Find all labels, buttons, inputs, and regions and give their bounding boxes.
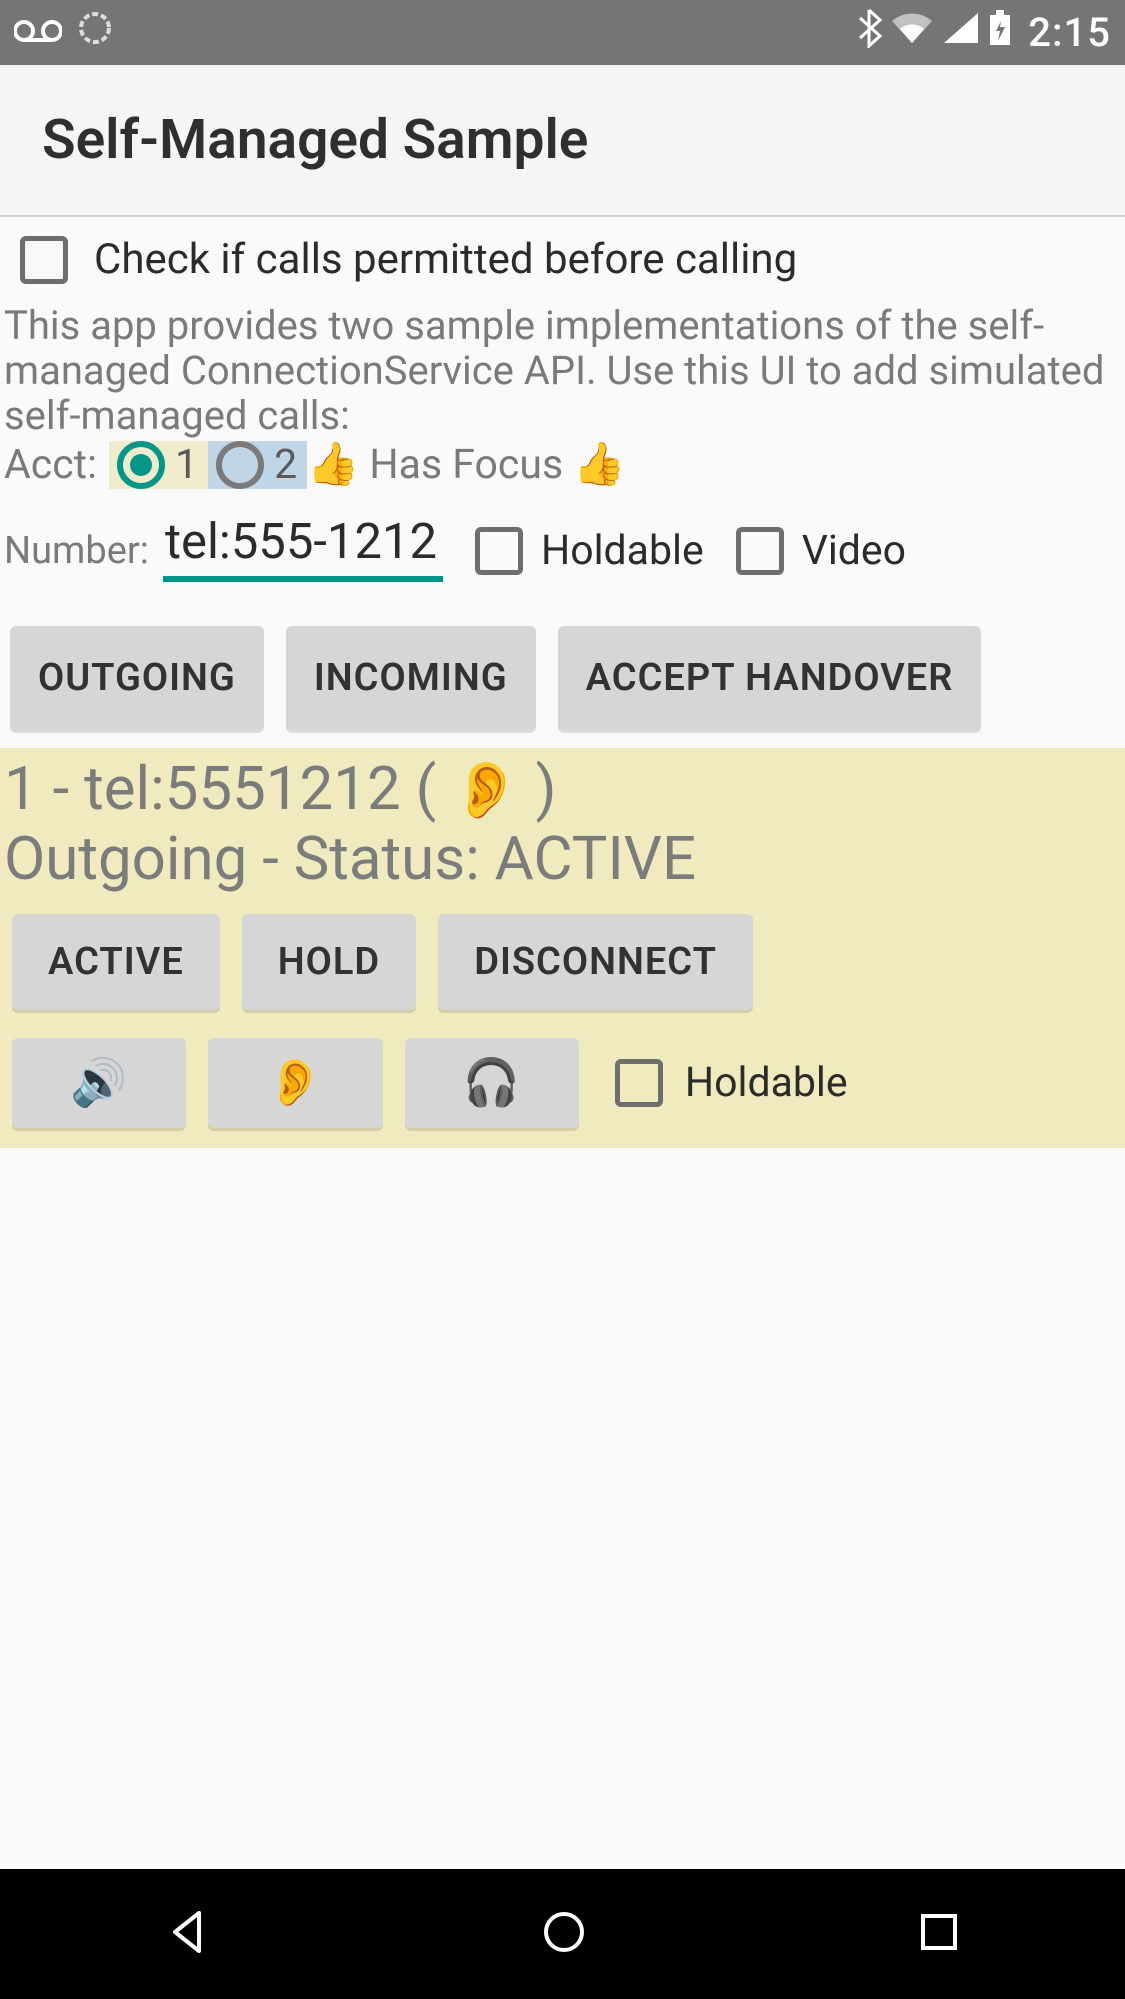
number-input[interactable] bbox=[163, 513, 443, 582]
permitted-checkbox[interactable] bbox=[20, 236, 68, 284]
call-state-buttons: ACTIVE HOLD DISCONNECT bbox=[4, 894, 1121, 1014]
call-identity-suffix: ) bbox=[521, 753, 557, 824]
status-clock: 2:15 bbox=[1028, 9, 1111, 56]
call-identity-text: 1 - tel:5551212 ( bbox=[4, 753, 451, 824]
cell-signal-icon bbox=[942, 11, 980, 55]
bluetooth-icon bbox=[856, 8, 882, 58]
radio-unselected-icon bbox=[216, 441, 264, 489]
thumbs-up-icon: 👍 bbox=[307, 440, 359, 489]
app-header: Self-Managed Sample bbox=[0, 65, 1125, 217]
accept-handover-button[interactable]: ACCEPT HANDOVER bbox=[558, 626, 982, 730]
account-1-number: 1 bbox=[175, 441, 198, 489]
battery-charging-icon bbox=[988, 9, 1012, 57]
holdable-checkbox[interactable] bbox=[475, 527, 523, 575]
account-label: Acct: bbox=[4, 441, 97, 489]
wifi-icon bbox=[890, 11, 934, 55]
headset-button[interactable]: 🎧 bbox=[405, 1038, 579, 1128]
video-label: Video bbox=[802, 527, 906, 575]
holdable-label: Holdable bbox=[541, 527, 704, 575]
ear-icon: 👂 bbox=[451, 757, 521, 823]
active-button[interactable]: ACTIVE bbox=[12, 914, 220, 1010]
back-button[interactable] bbox=[161, 1905, 215, 1963]
speaker-button[interactable]: 🔊 bbox=[12, 1038, 186, 1128]
number-row: Number: Holdable Video bbox=[0, 489, 1125, 590]
voicemail-icon bbox=[14, 11, 62, 55]
recents-button[interactable] bbox=[914, 1907, 964, 1961]
audio-route-buttons: 🔊 👂 🎧 Holdable bbox=[4, 1014, 1121, 1132]
outgoing-button[interactable]: OUTGOING bbox=[10, 626, 264, 730]
content-area: Check if calls permitted before calling … bbox=[0, 217, 1125, 1869]
holdable-checkbox-row[interactable]: Holdable bbox=[475, 527, 704, 575]
has-focus-label: Has Focus bbox=[369, 441, 563, 489]
thumbs-up-icon: 👍 bbox=[573, 440, 625, 489]
account-radio-1[interactable]: 1 bbox=[109, 441, 208, 489]
hold-button[interactable]: HOLD bbox=[242, 914, 416, 1010]
call-holdable-checkbox[interactable] bbox=[615, 1059, 663, 1107]
system-nav-bar bbox=[0, 1869, 1125, 1999]
call-holdable-label: Holdable bbox=[685, 1059, 848, 1107]
video-checkbox-row[interactable]: Video bbox=[736, 527, 906, 575]
permitted-checkbox-label: Check if calls permitted before calling bbox=[94, 235, 797, 284]
call-title-line: 1 - tel:5551212 ( 👂 ) bbox=[4, 754, 1121, 824]
home-button[interactable] bbox=[537, 1905, 591, 1963]
action-button-row: OUTGOING INCOMING ACCEPT HANDOVER bbox=[0, 590, 1125, 748]
earpiece-button[interactable]: 👂 bbox=[208, 1038, 382, 1128]
account-radio-2[interactable]: 2 bbox=[208, 441, 307, 489]
number-label: Number: bbox=[4, 529, 149, 573]
call-holdable-checkbox-row[interactable]: Holdable bbox=[615, 1059, 848, 1107]
call-status-line: Outgoing - Status: ACTIVE bbox=[4, 824, 1121, 894]
disconnect-button[interactable]: DISCONNECT bbox=[438, 914, 753, 1010]
call-card: 1 - tel:5551212 ( 👂 ) Outgoing - Status:… bbox=[0, 748, 1125, 1148]
video-checkbox[interactable] bbox=[736, 527, 784, 575]
status-bar: 2:15 bbox=[0, 0, 1125, 65]
account-selector-row: Acct: 1 2 👍 Has Focus 👍 bbox=[0, 438, 1125, 489]
account-2-number: 2 bbox=[274, 441, 297, 489]
page-title: Self-Managed Sample bbox=[42, 108, 588, 172]
permitted-checkbox-row[interactable]: Check if calls permitted before calling bbox=[0, 217, 1125, 302]
description-text: This app provides two sample implementat… bbox=[0, 302, 1125, 438]
incoming-button[interactable]: INCOMING bbox=[286, 626, 536, 730]
radio-selected-icon bbox=[117, 441, 165, 489]
sync-icon bbox=[78, 11, 112, 55]
